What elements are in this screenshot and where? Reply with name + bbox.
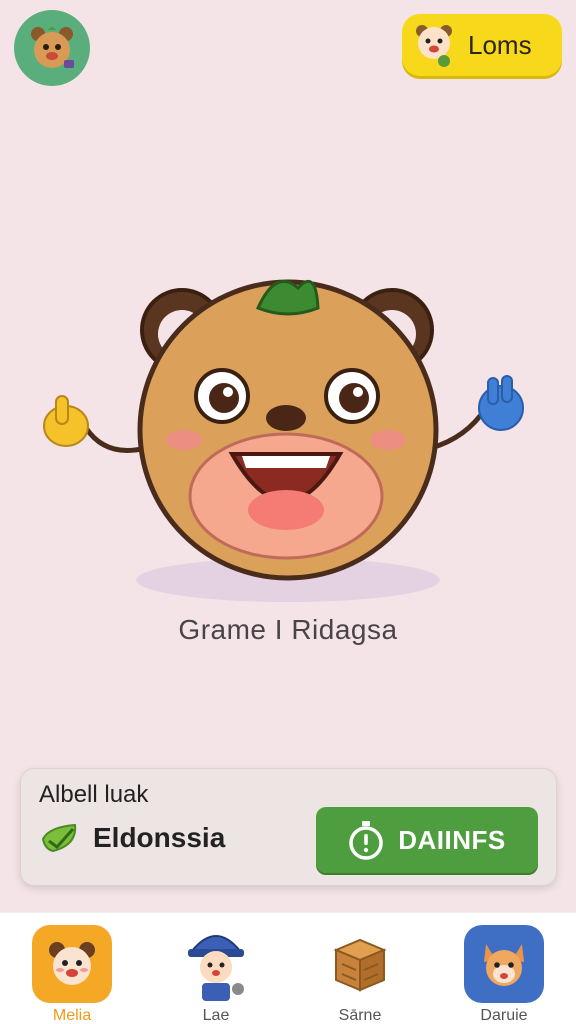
currency-button[interactable]: Loms (402, 14, 562, 76)
bear-face-icon (32, 925, 112, 1003)
nav-item-lae[interactable]: Lae (161, 925, 271, 1024)
nav-label-daruie: Daruie (480, 1007, 528, 1024)
bottom-nav: Melia Lae Sārne Daruie (0, 912, 576, 1024)
mascot-title: Grame I Ridagsa (178, 614, 398, 645)
info-action-button[interactable]: DAIINFS (316, 807, 538, 873)
bear-avatar-icon (31, 27, 74, 68)
right-arm (430, 406, 489, 451)
info-card: Albell luak Eldonssia DAIINFS (20, 768, 557, 886)
info-action-label: DAIINFS (398, 824, 506, 855)
mascot-character[interactable] (36, 258, 540, 608)
profile-avatar-button[interactable] (14, 10, 90, 86)
check-leaf-icon (41, 823, 77, 853)
timer-icon (349, 821, 383, 860)
nav-label-sarne: Sārne (338, 1007, 382, 1024)
left-arm (83, 426, 147, 453)
nav-label-lae: Lae (202, 1007, 230, 1024)
mascot-face-icon (416, 25, 452, 67)
kid-character-icon (176, 925, 256, 1003)
info-card-label: Albell luak (39, 781, 149, 808)
info-card-row: Eldonssia (39, 821, 225, 855)
nav-item-daruie[interactable]: Daruie (449, 925, 559, 1024)
nav-label-melia: Melia (52, 1007, 92, 1024)
treasure-crate-icon (320, 925, 400, 1003)
right-hand-icon (478, 375, 524, 431)
fox-face-icon (464, 925, 544, 1003)
main-screen: Loms Grame I Ridagsa Albell luak Eldonss… (0, 0, 576, 912)
nav-item-melia[interactable]: Melia (17, 925, 127, 1024)
currency-label: Loms (468, 29, 532, 60)
left-hand-icon (43, 395, 89, 447)
info-card-value: Eldonssia (93, 822, 226, 853)
nav-item-sarne[interactable]: Sārne (305, 925, 415, 1024)
